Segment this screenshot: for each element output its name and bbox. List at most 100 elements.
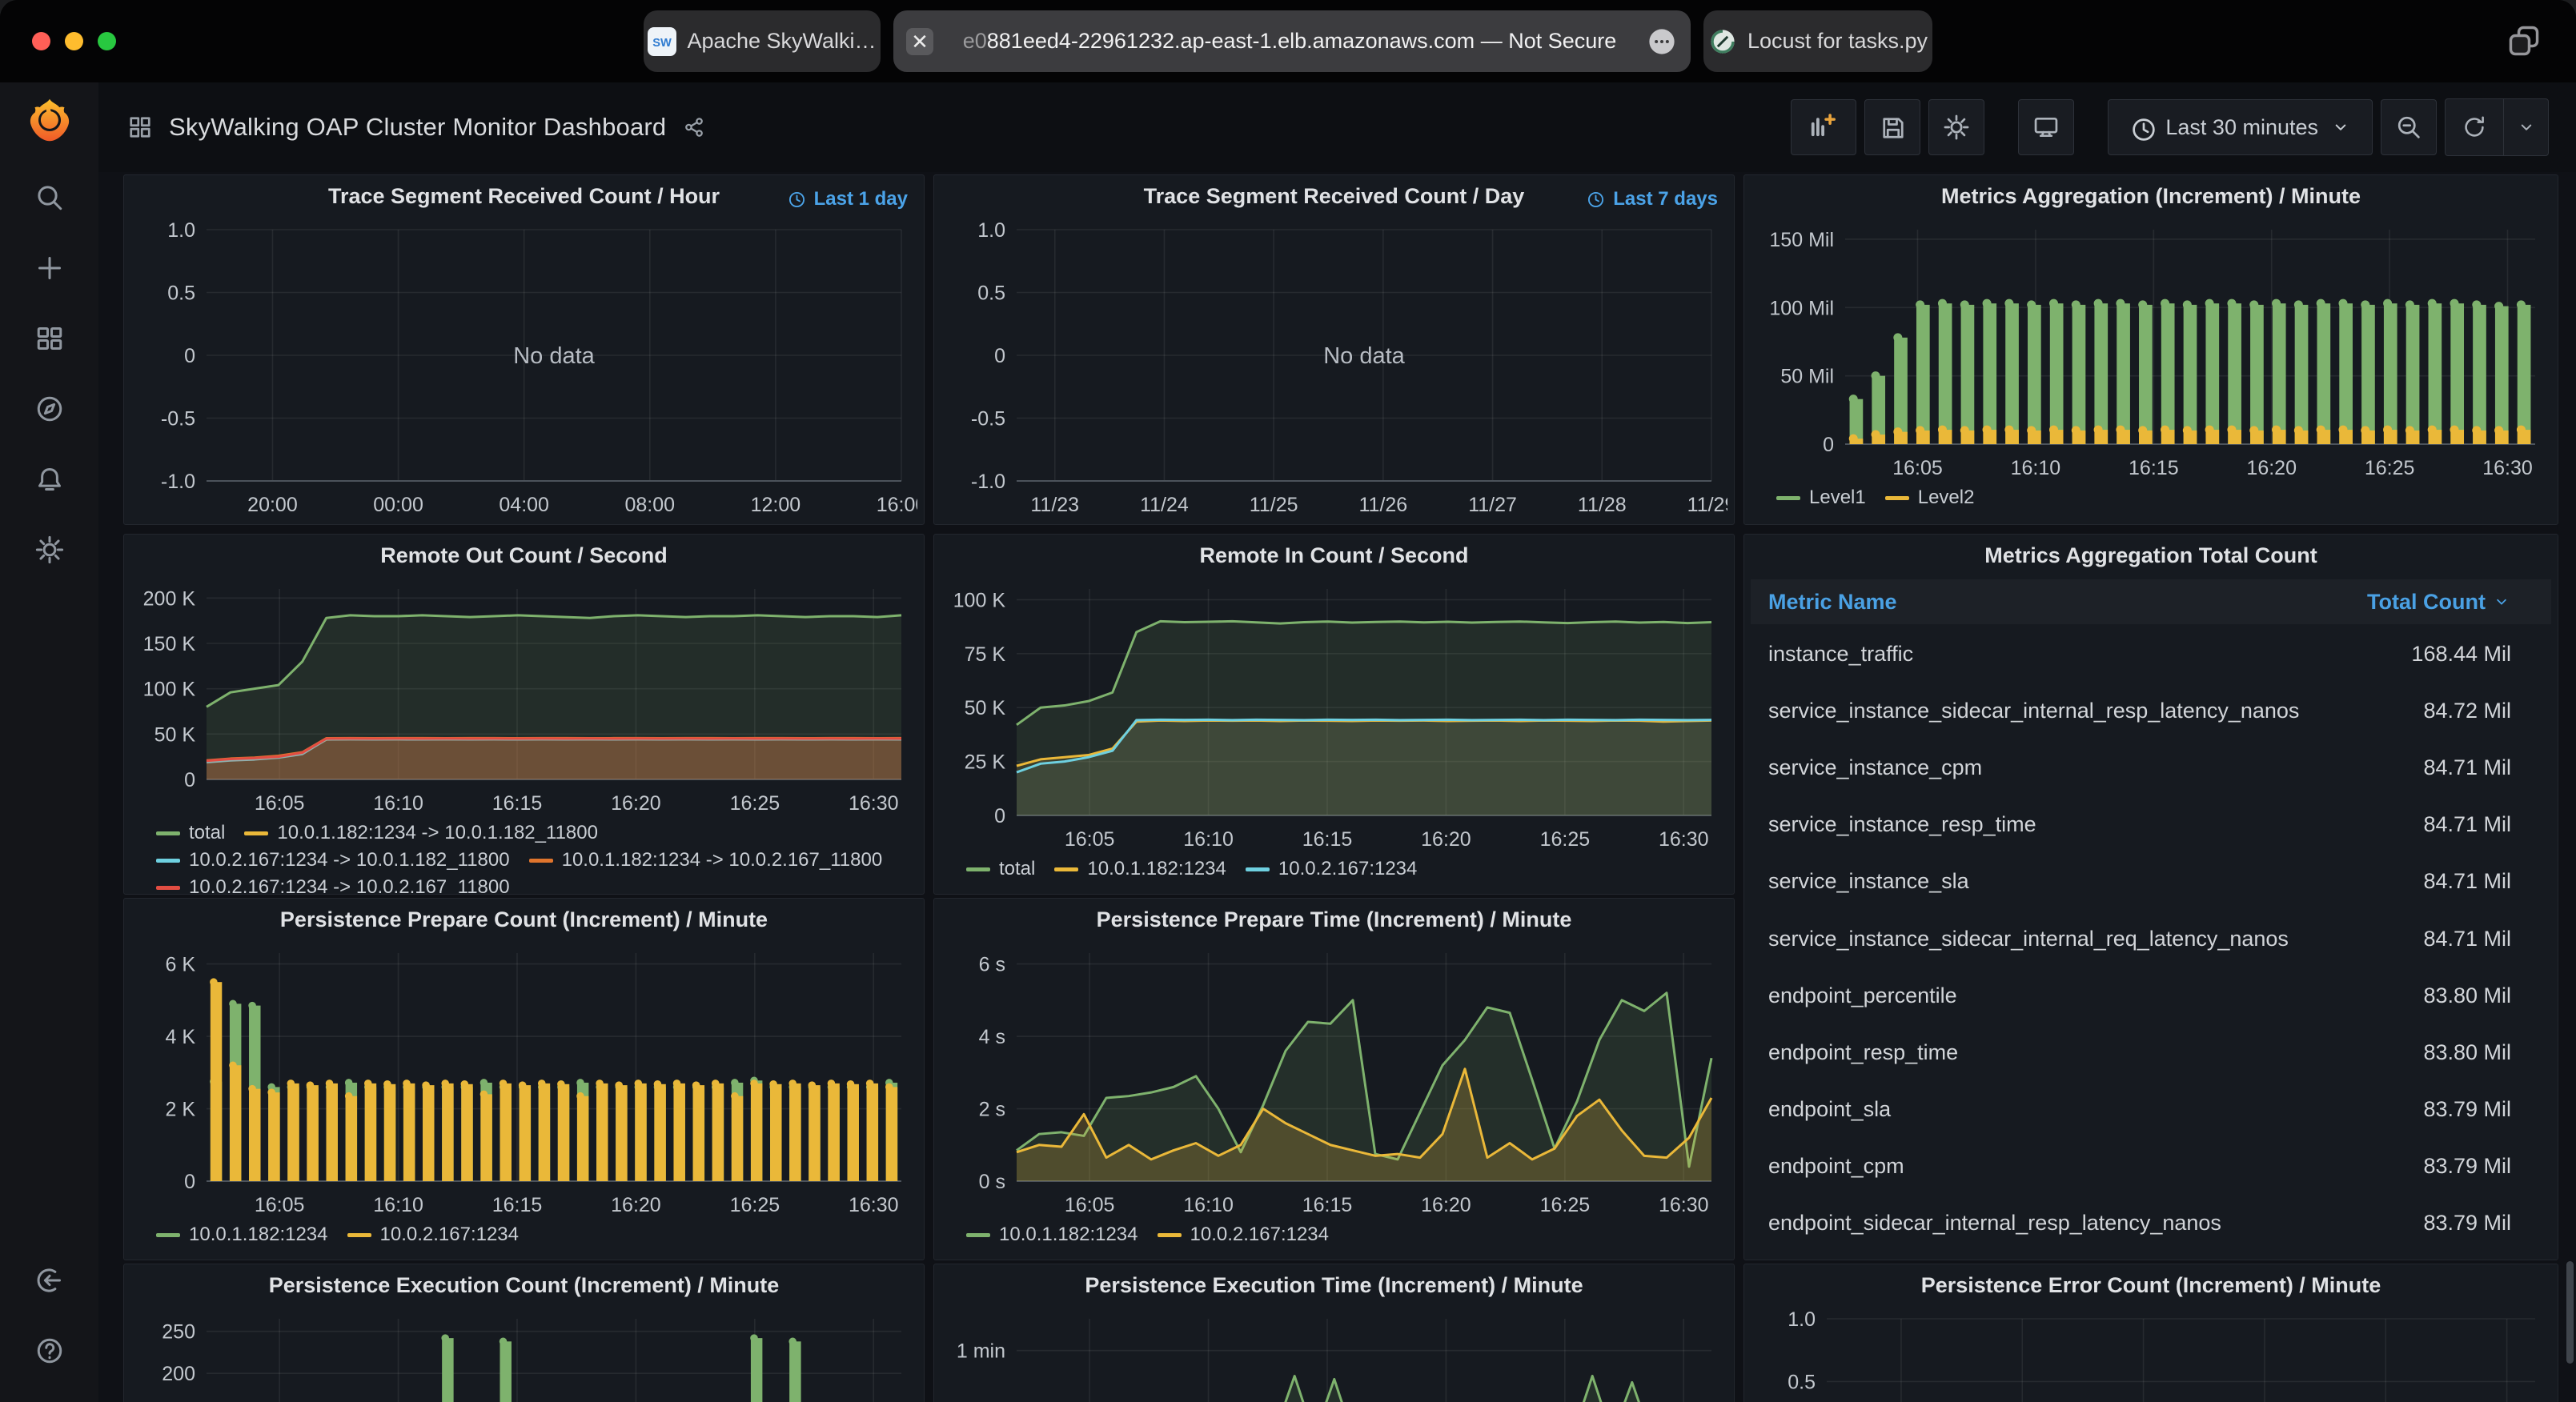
legend-item[interactable]: 10.0.1.182:1234	[156, 1221, 328, 1248]
table-row[interactable]: endpoint_cpm83.79 Mil	[1751, 1138, 2551, 1195]
panel-title[interactable]: Remote In Count / Second	[934, 535, 1734, 576]
chart-area[interactable]: 050 K100 K150 K200 K16:0516:1016:1516:20…	[130, 576, 917, 816]
metric-name-cell: service_instance_cpm	[1768, 755, 1982, 780]
close-window-button[interactable]	[32, 32, 50, 50]
share-icon[interactable]	[682, 115, 706, 139]
panel-title[interactable]: Persistence Error Count (Increment) / Mi…	[1744, 1264, 2558, 1306]
svg-text:50 K: 50 K	[965, 697, 1006, 719]
svg-text:2 K: 2 K	[165, 1099, 195, 1121]
panel-legend: total 10.0.1.182:1234 -> 10.0.1.182_11800…	[124, 816, 924, 895]
chart-persistence-prepare-time[interactable]: 0 s2 s4 s6 s16:0516:1016:1516:2016:2516:…	[941, 940, 1727, 1218]
search-icon[interactable]	[34, 182, 66, 214]
chart-area[interactable]: 050 Mil100 Mil150 Mil16:0516:1016:1516:2…	[1751, 217, 2551, 481]
zoom-window-button[interactable]	[98, 32, 116, 50]
svg-text:0.5: 0.5	[167, 282, 195, 305]
chart-area[interactable]: 1.00.50-0.5-1.020:0000:0004:0008:0012:00…	[130, 217, 917, 518]
refresh-interval-dropdown[interactable]	[2503, 99, 2548, 155]
legend-item[interactable]: 10.0.2.167:1234	[1158, 1221, 1330, 1248]
tab-overview-icon[interactable]	[2506, 22, 2542, 59]
chart-area[interactable]: 1.00.50-0.5-1.016:0516:1016:1516:2016:25…	[1751, 1306, 2551, 1402]
panel-title[interactable]: Remote Out Count / Second	[124, 535, 924, 576]
chart-persistence-prepare-count[interactable]: 02 K4 K6 K16:0516:1016:1516:2016:2516:30	[130, 940, 917, 1218]
panel-title[interactable]: Persistence Execution Time (Increment) /…	[934, 1264, 1734, 1306]
panel-title[interactable]: Metrics Aggregation (Increment) / Minute	[1744, 175, 2558, 217]
table-row[interactable]: endpoint_sidecar_internal_resp_latency_n…	[1751, 1195, 2551, 1252]
table-row[interactable]: endpoint_sla83.79 Mil	[1751, 1081, 2551, 1138]
legend-item[interactable]: Level2	[1885, 484, 1975, 511]
legend-item[interactable]: total	[966, 855, 1035, 883]
svg-text:SW: SW	[653, 37, 672, 50]
legend-item[interactable]: Level1	[1776, 484, 1866, 511]
legend-item[interactable]: 10.0.2.167:1234 -> 10.0.2.167_11800	[156, 874, 510, 895]
close-tab-icon[interactable]: ✕	[906, 28, 933, 55]
dashboard-title[interactable]: SkyWalking OAP Cluster Monitor Dashboard	[169, 113, 666, 142]
panel-time-badge[interactable]: Last 7 days	[1586, 188, 1718, 210]
grafana-logo-icon[interactable]	[26, 97, 73, 143]
dashboards-icon[interactable]	[34, 322, 66, 355]
zoom-out-button[interactable]	[2381, 99, 2437, 155]
chart-remote-out-count[interactable]: 050 K100 K150 K200 K16:0516:1016:1516:20…	[130, 576, 917, 816]
zoom-out-icon	[2394, 113, 2423, 142]
legend-item[interactable]: 10.0.1.182:1234	[966, 1221, 1138, 1248]
legend-item[interactable]: total	[156, 819, 225, 847]
sign-in-icon[interactable]	[34, 1264, 66, 1296]
time-range-picker[interactable]: Last 30 minutes	[2108, 99, 2373, 155]
legend-item[interactable]: 10.0.2.167:1234	[347, 1221, 520, 1248]
chart-persistence-execution-count[interactable]: 25020015010050016:0516:1016:1516:2016:25…	[130, 1306, 917, 1402]
add-panel-button[interactable]	[1791, 99, 1856, 155]
tab-active-url[interactable]: ✕ e0881eed4-22961232.ap-east-1.elb.amazo…	[893, 10, 1691, 72]
legend-item[interactable]: 10.0.1.182:1234 -> 10.0.2.167_11800	[529, 847, 883, 874]
chart-area[interactable]: 025 K50 K75 K100 K16:0516:1016:1516:2016…	[941, 576, 1727, 852]
legend-item[interactable]: 10.0.2.167:1234	[1246, 855, 1418, 883]
minimize-window-button[interactable]	[65, 32, 83, 50]
chart-persistence-execution-time[interactable]: 1 min40 s20 s0 s16:0516:1016:1516:2016:2…	[941, 1306, 1727, 1402]
panel-title[interactable]: Persistence Prepare Time (Increment) / M…	[934, 899, 1734, 940]
cycle-view-mode-button[interactable]	[2018, 99, 2074, 155]
configuration-gear-icon[interactable]	[34, 534, 66, 566]
panel-title[interactable]: Metrics Aggregation Total Count	[1744, 535, 2558, 576]
svg-text:08:00: 08:00	[625, 494, 676, 516]
tab-locust[interactable]: Locust for tasks.py	[1703, 10, 1932, 72]
help-icon[interactable]	[34, 1335, 66, 1367]
tab-more-icon[interactable]	[1646, 26, 1678, 58]
table-row[interactable]: service_instance_cpm84.71 Mil	[1751, 739, 2551, 796]
legend-item[interactable]: 10.0.2.167:1234 -> 10.0.1.182_11800	[156, 847, 510, 874]
table-row[interactable]: endpoint_resp_time83.80 Mil	[1751, 1024, 2551, 1081]
chart-area[interactable]: 25020015010050016:0516:1016:1516:2016:25…	[130, 1306, 917, 1402]
dashboard-settings-button[interactable]	[1928, 99, 1984, 155]
tab-apache-skywalking[interactable]: SW Apache SkyWalki…	[644, 10, 881, 72]
column-total-count[interactable]: Total Count	[2367, 590, 2511, 615]
alerting-bell-icon[interactable]	[34, 463, 66, 495]
table-row[interactable]: instance_traffic168.44 Mil	[1751, 626, 2551, 683]
explore-compass-icon[interactable]	[34, 393, 66, 425]
panel-title[interactable]: Persistence Prepare Count (Increment) / …	[124, 899, 924, 940]
table-row[interactable]: service_instance_sidecar_internal_req_la…	[1751, 910, 2551, 967]
table-row[interactable]: service_instance_resp_time84.71 Mil	[1751, 796, 2551, 853]
chart-area[interactable]: 1.00.50-0.5-1.011/2311/2411/2511/2611/27…	[941, 217, 1727, 518]
svg-text:16:20: 16:20	[611, 1194, 661, 1216]
svg-text:-0.5: -0.5	[971, 408, 1005, 431]
table-row[interactable]: endpoint_percentile83.80 Mil	[1751, 967, 2551, 1024]
legend-item[interactable]: 10.0.1.182:1234 -> 10.0.1.182_11800	[244, 819, 598, 847]
save-dashboard-button[interactable]	[1864, 99, 1920, 155]
chart-trace-segment-day[interactable]: 1.00.50-0.5-1.011/2311/2411/2511/2611/27…	[941, 217, 1727, 518]
panel-time-badge[interactable]: Last 1 day	[787, 188, 908, 210]
table-row[interactable]: service_instance_sidecar_internal_resp_l…	[1751, 683, 2551, 739]
refresh-button[interactable]	[2446, 99, 2503, 155]
chart-remote-in-count[interactable]: 025 K50 K75 K100 K16:0516:1016:1516:2016…	[941, 576, 1727, 852]
svg-text:150 Mil: 150 Mil	[1769, 229, 1834, 251]
chart-trace-segment-hour[interactable]: 1.00.50-0.5-1.020:0000:0004:0008:0012:00…	[130, 217, 917, 518]
legend-item[interactable]: 10.0.1.182:1234	[1054, 855, 1226, 883]
table-row[interactable]: service_instance_sla84.71 Mil	[1751, 853, 2551, 910]
column-metric-name[interactable]: Metric Name	[1768, 590, 1897, 615]
chart-persistence-error-count[interactable]: 1.00.50-0.5-1.016:0516:1016:1516:2016:25…	[1751, 1306, 2551, 1402]
page-scrollbar[interactable]	[2566, 1261, 2574, 1364]
tab-url: e0881eed4-22961232.ap-east-1.elb.amazona…	[963, 29, 1617, 54]
chart-area[interactable]: 1 min40 s20 s0 s16:0516:1016:1516:2016:2…	[941, 1306, 1727, 1402]
panel-title[interactable]: Persistence Execution Count (Increment) …	[124, 1264, 924, 1306]
svg-text:16:10: 16:10	[1183, 1194, 1234, 1216]
chart-metrics-aggregation-minute[interactable]: 050 Mil100 Mil150 Mil16:0516:1016:1516:2…	[1751, 217, 2551, 481]
create-plus-icon[interactable]	[34, 252, 66, 284]
chart-area[interactable]: 02 K4 K6 K16:0516:1016:1516:2016:2516:30	[130, 940, 917, 1218]
chart-area[interactable]: 0 s2 s4 s6 s16:0516:1016:1516:2016:2516:…	[941, 940, 1727, 1218]
